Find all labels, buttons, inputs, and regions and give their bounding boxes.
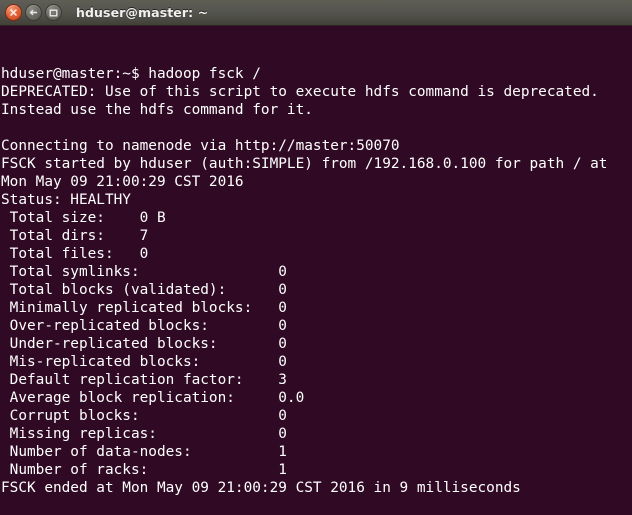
- terminal-line: Number of racks: 1: [1, 462, 287, 478]
- terminal-line: Connecting to namenode via http://master…: [1, 138, 400, 154]
- terminal-line: Status: HEALTHY: [1, 192, 131, 208]
- terminal-line: Average block replication: 0.0: [1, 390, 305, 406]
- terminal-line: Corrupt blocks: 0: [1, 408, 287, 424]
- terminal-screen[interactable]: hduser@master:~$ hadoop fsck / DEPRECATED…: [0, 26, 632, 515]
- terminal-line: FSCK started by hduser (auth:SIMPLE) fro…: [1, 156, 608, 172]
- terminal-output: hduser@master:~$ hadoop fsck / DEPRECATED…: [1, 65, 632, 515]
- terminal-line: Mis-replicated blocks: 0: [1, 354, 287, 370]
- close-button[interactable]: [5, 4, 22, 21]
- terminal-window: hduser@master: ~ hduser@master:~$ hadoop…: [0, 0, 632, 515]
- terminal-line: Total files: 0: [1, 246, 149, 262]
- maximize-button[interactable]: [45, 4, 62, 21]
- terminal-line: Total size: 0 B: [1, 210, 166, 226]
- terminal-line: Number of data-nodes: 1: [1, 444, 287, 460]
- terminal-line: Mon May 09 21:00:29 CST 2016: [1, 174, 244, 190]
- terminal-line: Total dirs: 7: [1, 228, 149, 244]
- minimize-button[interactable]: [25, 4, 42, 21]
- terminal-line: hduser@master:~$ hadoop fsck /: [1, 66, 261, 82]
- terminal-line: Total symlinks: 0: [1, 264, 287, 280]
- terminal-line: Under-replicated blocks: 0: [1, 336, 287, 352]
- terminal-line: FSCK ended at Mon May 09 21:00:29 CST 20…: [1, 480, 521, 496]
- window-titlebar[interactable]: hduser@master: ~: [0, 0, 632, 26]
- terminal-line: Minimally replicated blocks: 0: [1, 300, 287, 316]
- terminal-line: Total blocks (validated): 0: [1, 282, 287, 298]
- terminal-line: Default replication factor: 3: [1, 372, 287, 388]
- close-icon: [10, 9, 17, 16]
- terminal-line: Missing replicas: 0: [1, 426, 287, 442]
- terminal-line: Over-replicated blocks: 0: [1, 318, 287, 334]
- window-controls: [5, 4, 62, 21]
- terminal-line: DEPRECATED: Use of this script to execut…: [1, 84, 599, 100]
- window-title: hduser@master: ~: [76, 5, 209, 20]
- maximize-icon: [49, 9, 58, 16]
- terminal-line: Instead use the hdfs command for it.: [1, 102, 313, 118]
- minimize-icon: [29, 9, 38, 16]
